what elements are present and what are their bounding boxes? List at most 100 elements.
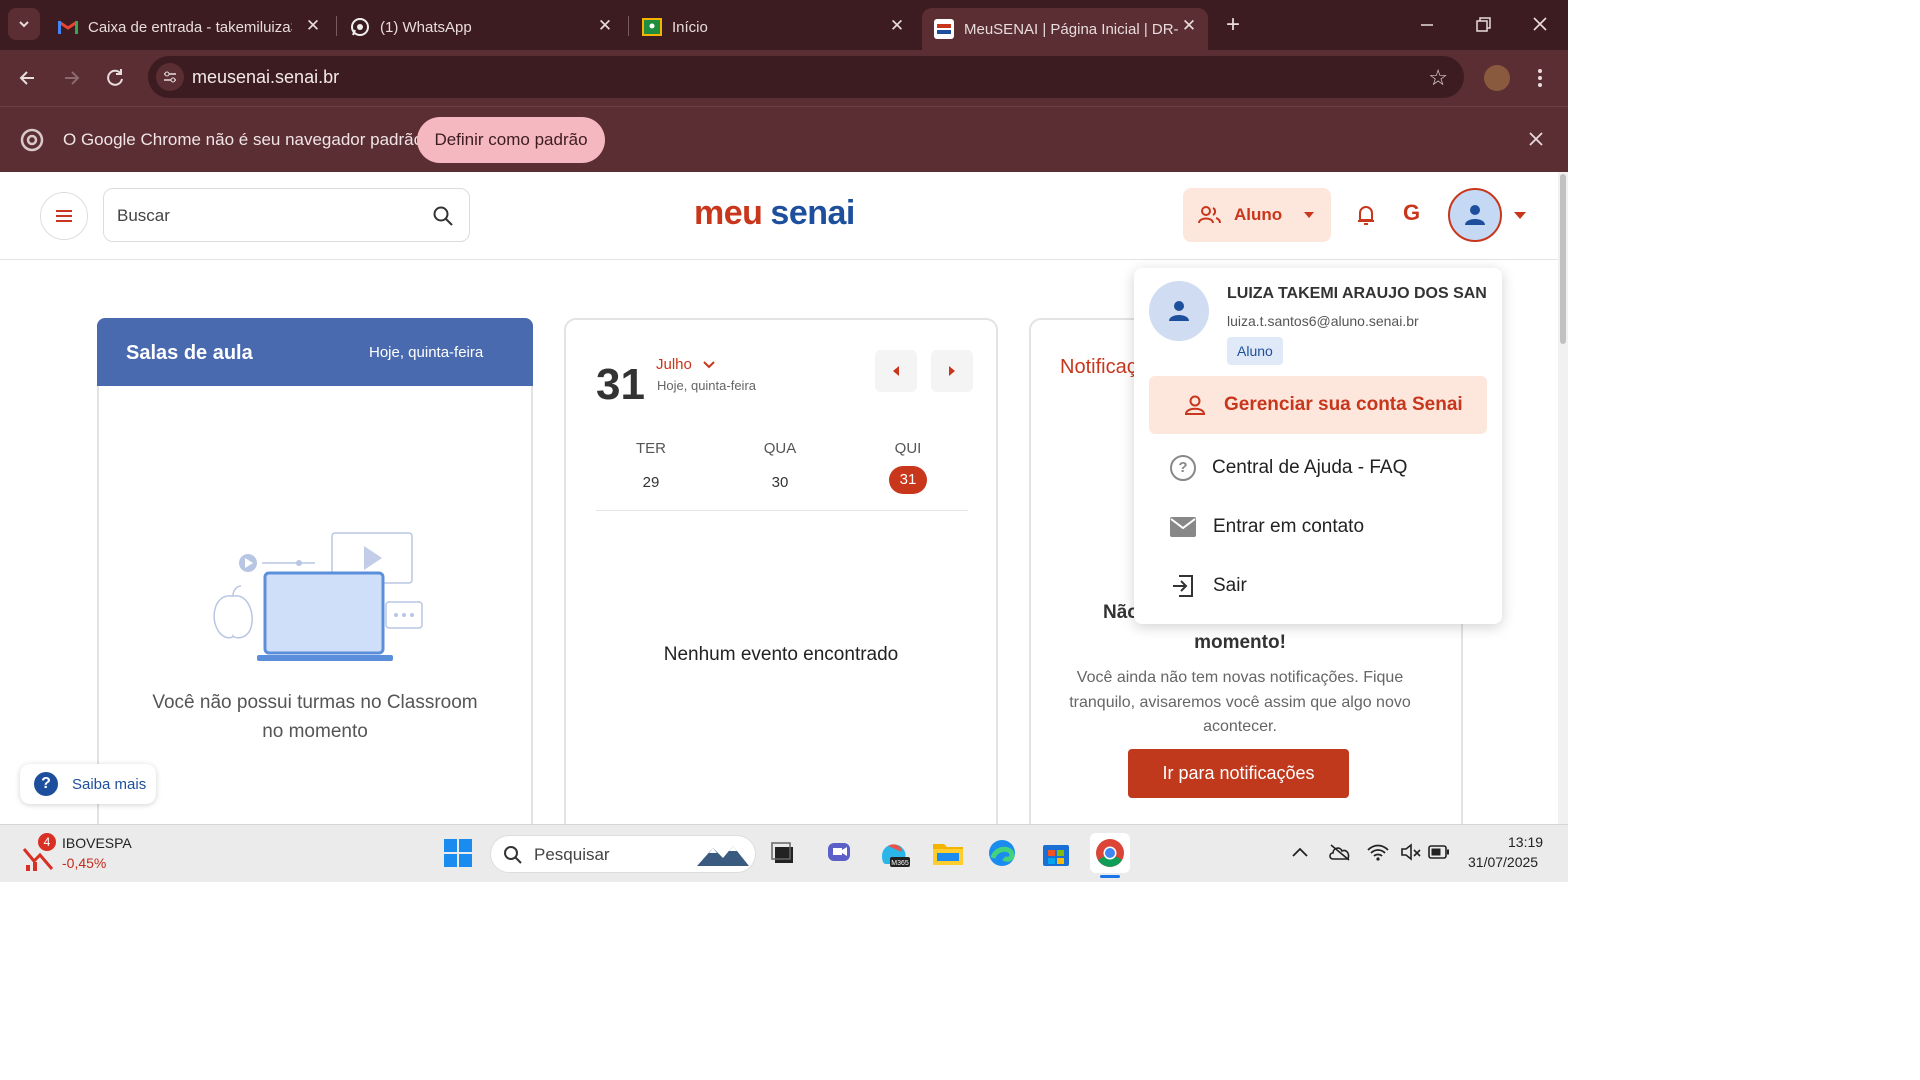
tab-gmail[interactable]: Caixa de entrada - takemiluiza3 ✕	[58, 8, 324, 46]
search-highlight-icon	[697, 846, 749, 866]
more-menu-icon[interactable]	[1530, 64, 1550, 92]
search-input[interactable]: Buscar	[117, 206, 170, 226]
close-tab-icon[interactable]: ✕	[1178, 16, 1200, 36]
restore-button[interactable]	[1470, 14, 1496, 36]
close-window-button[interactable]	[1528, 12, 1552, 36]
chrome-taskbar-icon[interactable]	[1090, 833, 1130, 873]
logout-item[interactable]: Sair	[1149, 560, 1487, 612]
calendar-empty-message: Nenhum evento encontrado	[663, 644, 899, 665]
weekday-label: TER	[636, 440, 666, 457]
file-explorer-icon[interactable]	[930, 835, 966, 871]
weekday-column[interactable]: QUA 30	[750, 440, 810, 491]
month-selector[interactable]: Julho	[656, 356, 716, 373]
weekday-date: 30	[771, 474, 789, 491]
saiba-mais-button[interactable]: ? Saiba mais	[20, 764, 156, 804]
page-scrollbar[interactable]	[1558, 172, 1568, 824]
stock-widget[interactable]: 4 IBOVESPA -0,45%	[18, 831, 148, 877]
chevron-up-icon[interactable]	[1290, 845, 1310, 864]
search-box[interactable]: Buscar	[103, 188, 470, 242]
close-tab-icon[interactable]: ✕	[886, 16, 908, 36]
tab-title: Caixa de entrada - takemiluiza3	[88, 18, 292, 36]
teams-icon[interactable]	[822, 835, 858, 871]
taskbar-search[interactable]: Pesquisar	[490, 835, 756, 873]
hamburger-icon	[56, 210, 72, 222]
tab-meusenai[interactable]: MeuSENAI | Página Inicial | DR- ✕	[922, 8, 1208, 50]
account-dropdown-menu: LUIZA TAKEMI ARAUJO DOS SAN luiza.t.sant…	[1134, 268, 1502, 624]
volume-muted-icon[interactable]	[1400, 843, 1422, 866]
help-circle-icon: ?	[34, 772, 58, 796]
weekday-column[interactable]: TER 29	[621, 440, 681, 491]
month-label: Julho	[656, 356, 692, 373]
help-icon: ?	[1170, 455, 1196, 481]
weekday-label: QUA	[763, 440, 797, 457]
help-faq-item[interactable]: ? Central de Ajuda - FAQ	[1149, 442, 1487, 494]
classroom-icon	[642, 17, 662, 37]
edge-icon[interactable]	[984, 835, 1020, 871]
tab-separator	[628, 16, 629, 36]
notifications-bell-button[interactable]	[1354, 202, 1378, 228]
page-content: Buscar meu senai Aluno G Salas de aula Ho…	[0, 172, 1558, 824]
task-view-icon[interactable]	[766, 835, 802, 871]
svg-text:M365: M365	[891, 860, 909, 867]
help-faq-label: Central de Ajuda - FAQ	[1212, 457, 1408, 478]
contact-item[interactable]: Entrar em contato	[1149, 501, 1487, 553]
clock-time[interactable]: 13:19	[1508, 834, 1543, 850]
close-icon	[1533, 17, 1547, 31]
account-caret-icon[interactable]	[1514, 212, 1526, 219]
menu-button[interactable]	[40, 192, 88, 240]
logo-meu: meu	[694, 194, 763, 232]
stock-badge: 4	[38, 833, 56, 851]
site-logo[interactable]: meu senai	[694, 194, 855, 233]
tab-search-button[interactable]	[8, 8, 40, 40]
classroom-illustration	[213, 532, 423, 661]
wifi-icon[interactable]	[1367, 843, 1389, 866]
tab-whatsapp[interactable]: (1) WhatsApp ✕	[350, 8, 616, 46]
site-info-icon[interactable]	[156, 63, 184, 91]
store-icon[interactable]	[1038, 835, 1074, 871]
profile-avatar[interactable]	[1484, 65, 1510, 91]
back-button[interactable]	[14, 64, 42, 92]
close-tab-icon[interactable]: ✕	[594, 16, 616, 36]
address-bar[interactable]: meusenai.senai.br ☆	[148, 56, 1464, 98]
whatsapp-icon	[350, 17, 370, 37]
search-icon[interactable]	[432, 205, 454, 232]
tab-classroom[interactable]: Início ✕	[642, 8, 908, 46]
reload-button[interactable]	[101, 64, 129, 92]
new-tab-button[interactable]: +	[1220, 12, 1246, 38]
saiba-mais-label: Saiba mais	[72, 775, 147, 793]
forward-button[interactable]	[57, 64, 85, 92]
close-tab-icon[interactable]: ✕	[302, 16, 324, 36]
set-default-button[interactable]: Definir como padrão	[417, 117, 605, 163]
battery-icon[interactable]	[1428, 845, 1450, 864]
gmail-icon	[58, 17, 78, 37]
calendar-day-number: 31	[596, 360, 645, 409]
close-infobar-icon[interactable]	[1526, 129, 1546, 149]
person-icon	[1184, 395, 1206, 415]
prev-day-button[interactable]	[875, 350, 917, 392]
m365-copilot-icon[interactable]: M365	[876, 835, 912, 871]
menu-role-badge: Aluno	[1227, 337, 1283, 365]
logout-icon	[1173, 575, 1193, 597]
tab-strip: Caixa de entrada - takemiluiza3 ✕ (1) Wh…	[0, 0, 1568, 50]
onedrive-icon[interactable]	[1328, 843, 1352, 866]
arrow-left-icon	[19, 71, 34, 85]
taskbar-search-placeholder: Pesquisar	[534, 845, 610, 864]
next-day-button[interactable]	[931, 350, 973, 392]
clock-date[interactable]: 31/07/2025	[1468, 854, 1538, 870]
start-button[interactable]	[440, 835, 476, 871]
bookmark-star-icon[interactable]: ☆	[1428, 65, 1448, 91]
classrooms-card: Salas de aula Hoje, quinta-feira Você nã…	[97, 318, 533, 824]
url-text[interactable]: meusenai.senai.br	[192, 67, 339, 88]
logo-senai: senai	[770, 194, 855, 232]
calendar-divider	[596, 510, 968, 511]
menu-user-email: luiza.t.santos6@aluno.senai.br	[1227, 313, 1419, 329]
user-avatar-button[interactable]	[1448, 188, 1502, 242]
manage-account-item[interactable]: Gerenciar sua conta Senai	[1149, 376, 1487, 434]
google-button[interactable]: G	[1403, 200, 1420, 226]
weekday-column-selected[interactable]: QUI 31	[878, 440, 938, 494]
chevron-down-icon	[19, 21, 29, 28]
scrollbar-thumb[interactable]	[1560, 174, 1566, 344]
role-selector[interactable]: Aluno	[1183, 188, 1331, 242]
minimize-button[interactable]	[1414, 16, 1440, 34]
go-to-notifications-button[interactable]: Ir para notificações	[1128, 749, 1349, 798]
